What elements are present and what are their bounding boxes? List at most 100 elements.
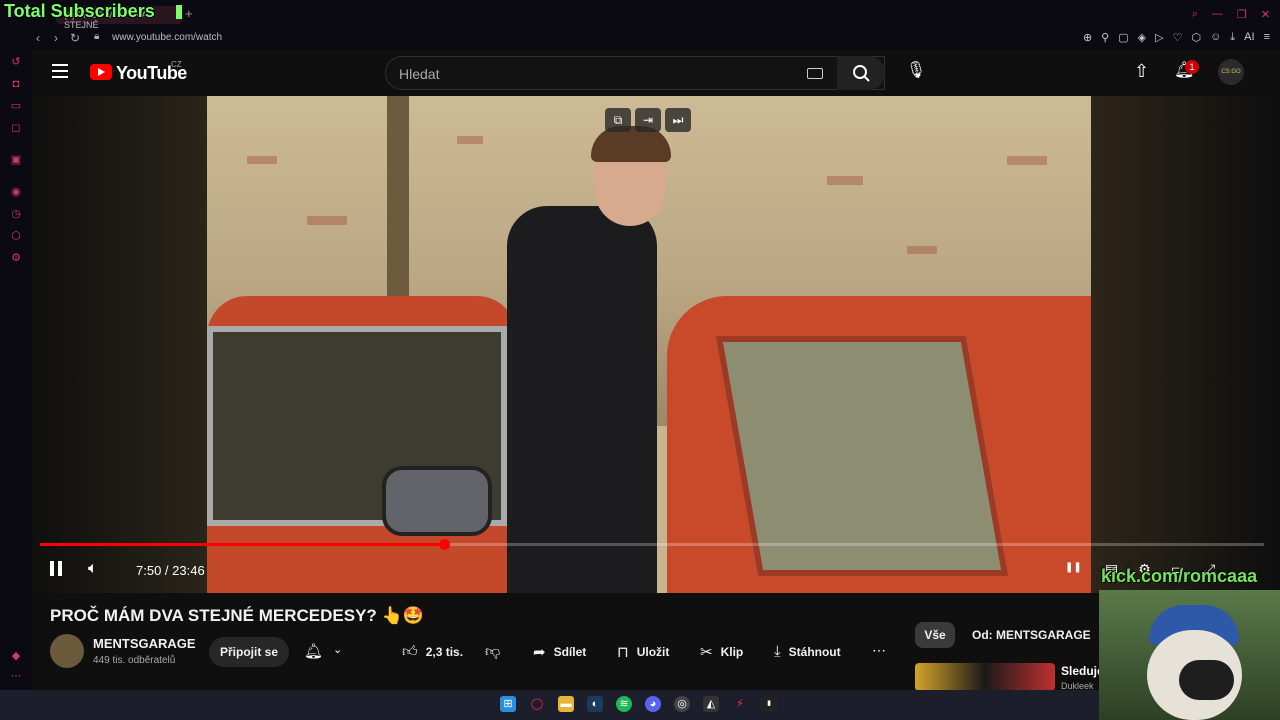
like-button[interactable]: 👍︎ 2,3 tis. xyxy=(402,643,463,661)
join-button[interactable]: Připojit se xyxy=(209,637,289,667)
recommended-video-thumbnail[interactable] xyxy=(915,663,1055,691)
shield-icon[interactable]: ◈ xyxy=(1138,31,1146,44)
webcam-dog-nose xyxy=(1179,660,1234,700)
browser-sidebar: ↺ ◘ ▭ ◻ ▣ ◉ ◷ ⬡ ⚙ ◆ ⋯ xyxy=(0,50,32,690)
popout-icon[interactable]: ⧉ xyxy=(605,108,631,132)
download-icon[interactable]: ⤓ xyxy=(1230,31,1235,44)
file-explorer-icon[interactable]: ▬ xyxy=(558,696,574,712)
share-button[interactable]: ➦ Sdílet xyxy=(533,643,586,661)
app-icon[interactable]: ◭ xyxy=(703,696,719,712)
scene-side-mirror xyxy=(382,466,492,536)
twitch-icon[interactable]: ▣ xyxy=(10,154,22,166)
back-icon[interactable]: ‹ xyxy=(36,31,40,45)
lightning-app-icon[interactable]: ⚡︎ xyxy=(732,696,748,712)
skip-icon[interactable]: ⏭︎ xyxy=(665,108,691,132)
lock-icon: 🔒︎ xyxy=(94,31,100,42)
bookmark-icon: ⊓ xyxy=(617,644,629,661)
video-player[interactable]: ⧉ ⇥ ⏭︎ 🔈︎ 7:50 / 23:46 ❚❚ ▤ ⚙ ▭ ⤢ xyxy=(32,96,1272,593)
profile-icon[interactable]: ☺ xyxy=(1210,31,1221,44)
pause-button[interactable] xyxy=(50,561,64,577)
like-count: 2,3 tis. xyxy=(425,645,464,659)
steam-icon[interactable]: ◐ xyxy=(587,696,603,712)
subscription-bell-icon[interactable]: 🔔︎ xyxy=(304,642,323,660)
thumbs-up-icon: 👍︎ xyxy=(402,643,418,660)
total-subscribers-overlay: Total Subscribers xyxy=(4,1,155,21)
more-icon[interactable]: ⋯ xyxy=(10,670,22,682)
search-button[interactable] xyxy=(837,56,885,90)
dislike-button[interactable]: 👎︎ xyxy=(485,643,500,661)
download-button[interactable]: ⤓ Stáhnout xyxy=(774,643,841,660)
heart-icon[interactable]: ♡ xyxy=(1173,31,1183,44)
address-bar: ‹ › ↻ 🔒︎ www.youtube.com/watch ⊕ ⚲ ▢ ◈ ▷… xyxy=(0,28,1280,50)
taskbar-icons: ⊞ ◯ ▬ ◐ ≋ ◕ ◎ ◭ ⚡︎ ▮ xyxy=(500,696,777,712)
spotify-icon[interactable]: ≋ xyxy=(616,696,632,712)
windows-start-icon[interactable]: ⊞ xyxy=(500,696,516,712)
settings-icon[interactable]: ⚙ xyxy=(10,252,22,264)
thumbs-down-icon: 👎︎ xyxy=(485,643,501,660)
enter-icon[interactable]: ⇥ xyxy=(635,108,661,132)
autoplay-toggle[interactable]: ❚❚ xyxy=(1065,562,1082,573)
keyboard-icon[interactable] xyxy=(807,68,823,79)
os-taskbar: ⊞ ◯ ▬ ◐ ≋ ◕ ◎ ◭ ⚡︎ ▮ xyxy=(0,690,1280,720)
webcam-overlay xyxy=(1099,590,1280,720)
channel-name[interactable]: MENTSGARAGE xyxy=(93,636,196,651)
opera-gx-icon[interactable]: ◯ xyxy=(529,696,545,712)
hamburger-menu-icon[interactable] xyxy=(52,64,68,78)
new-tab-button[interactable]: + xyxy=(185,6,193,21)
extension-toolbar: ⊕ ⚲ ▢ ◈ ▷ ♡ ⬡ ☺ ⤓ AI ≡ xyxy=(1083,31,1270,44)
ambient-left xyxy=(32,96,207,593)
extensions-icon[interactable]: ⬡ xyxy=(1191,31,1201,44)
subscriber-count: 449 tis. odběratelů xyxy=(93,655,176,666)
player-icon[interactable]: ◉ xyxy=(10,186,22,198)
chat-icon[interactable]: ▭ xyxy=(10,100,22,112)
menu-icon[interactable]: ≡ xyxy=(1264,31,1270,44)
cube-icon[interactable]: ⬡ xyxy=(10,230,22,242)
url-field[interactable]: www.youtube.com/watch xyxy=(112,32,222,43)
reload-icon[interactable]: ↻ xyxy=(70,31,80,45)
account-avatar[interactable]: CS:GO xyxy=(1218,59,1244,85)
overlay-badge xyxy=(176,5,182,19)
bag-icon[interactable]: ◘ xyxy=(10,78,22,90)
youtube-logo-icon[interactable] xyxy=(90,64,112,80)
scene-right-car-window xyxy=(715,336,1009,576)
instagram-icon[interactable]: ◻ xyxy=(10,122,22,134)
minimize-icon[interactable]: — xyxy=(1212,8,1223,21)
chip-all[interactable]: Vše xyxy=(915,622,955,648)
discord-icon[interactable]: ◕ xyxy=(645,696,661,712)
recommended-video-title[interactable]: Sleduje xyxy=(1061,664,1104,678)
pin-icon[interactable]: ⚲ xyxy=(1101,31,1109,44)
progress-scrubber[interactable] xyxy=(439,539,450,550)
zoom-icon[interactable]: ⊕ xyxy=(1083,31,1092,44)
obs-icon[interactable]: ◎ xyxy=(674,696,690,712)
close-icon[interactable]: ✕ xyxy=(1261,8,1270,21)
scissors-icon: ✂ xyxy=(700,644,713,661)
chip-from-channel[interactable]: Od: MENTSGARAGE xyxy=(972,628,1091,642)
browser-tabbar: (1) PROČ MÁM DVA STEJNÉ + ⌕ — ❐ ✕ xyxy=(0,0,1280,30)
forward-icon[interactable]: › xyxy=(54,31,58,45)
create-upload-icon[interactable]: ⇧ xyxy=(1134,61,1149,82)
clock-icon[interactable]: ◷ xyxy=(10,208,22,220)
ai-button[interactable]: AI xyxy=(1244,31,1254,44)
epic-games-icon[interactable]: ▮ xyxy=(761,696,777,712)
search-input[interactable]: Hledat xyxy=(385,56,885,90)
download-label: Stáhnout xyxy=(788,644,841,659)
chevron-down-icon[interactable]: ⌄ xyxy=(333,643,342,656)
progress-bar[interactable] xyxy=(40,539,1264,550)
share-icon: ➦ xyxy=(533,644,546,661)
more-actions-icon[interactable]: ⋯ xyxy=(872,642,886,659)
history-icon[interactable]: ↺ xyxy=(10,56,22,68)
microphone-icon[interactable]: 🎙︎ xyxy=(904,60,928,84)
play-icon[interactable]: ▷ xyxy=(1155,31,1163,44)
ambient-right xyxy=(1091,96,1272,593)
screen: (1) PROČ MÁM DVA STEJNÉ + ⌕ — ❐ ✕ Total … xyxy=(0,0,1280,720)
search-icon[interactable]: ⌕ xyxy=(1192,8,1198,21)
channel-avatar[interactable] xyxy=(50,634,84,668)
clip-button[interactable]: ✂ Klip xyxy=(700,643,743,661)
save-button[interactable]: ⊓ Uložit xyxy=(617,643,669,661)
maximize-icon[interactable]: ❐ xyxy=(1237,8,1247,21)
gx-icon[interactable]: ◆ xyxy=(10,650,22,662)
save-label: Uložit xyxy=(636,645,670,659)
snapshot-icon[interactable]: ▢ xyxy=(1118,31,1128,44)
volume-icon[interactable]: 🔈︎ xyxy=(88,560,98,578)
video-overlay-buttons: ⧉ ⇥ ⏭︎ xyxy=(605,108,691,132)
